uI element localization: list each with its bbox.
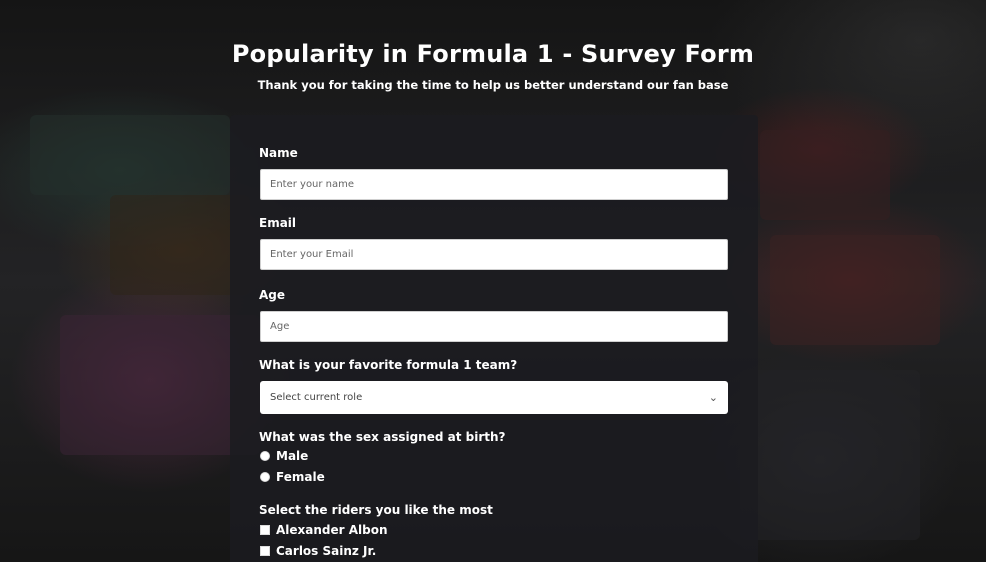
sex-label: What was the sex assigned at birth?: [259, 430, 506, 444]
chevron-down-icon: ⌄: [708, 391, 718, 404]
name-input[interactable]: [260, 169, 728, 200]
email-label: Email: [259, 216, 297, 230]
page-header: Popularity in Formula 1 - Survey Form Th…: [0, 40, 986, 92]
age-label: Age: [259, 288, 286, 302]
email-input[interactable]: [260, 239, 728, 270]
radio-button-male[interactable]: [260, 451, 270, 461]
page-subtitle: Thank you for taking the time to help us…: [257, 78, 729, 92]
bg-car-red-2: [770, 235, 940, 345]
rider-option-albon[interactable]: Alexander Albon: [260, 523, 388, 537]
checkbox-albon[interactable]: [260, 525, 270, 535]
bg-car-dark: [740, 370, 920, 540]
name-label: Name: [259, 146, 298, 160]
team-select[interactable]: Select current role ⌄: [260, 381, 728, 414]
rider-option-albon-label: Alexander Albon: [276, 523, 388, 537]
survey-form: Name Email Age What is your favorite for…: [230, 115, 758, 562]
team-select-value: Select current role: [270, 392, 363, 403]
riders-label: Select the riders you like the most: [259, 503, 493, 517]
rider-option-sainz-label: Carlos Sainz Jr.: [276, 544, 377, 558]
checkbox-sainz[interactable]: [260, 546, 270, 556]
bg-car-orange: [110, 195, 250, 295]
page-title: Popularity in Formula 1 - Survey Form: [231, 40, 755, 68]
sex-option-male[interactable]: Male: [260, 449, 308, 463]
rider-option-sainz[interactable]: Carlos Sainz Jr.: [260, 544, 376, 558]
bg-car-green: [30, 115, 230, 195]
sex-option-female-label: Female: [276, 470, 325, 484]
team-label: What is your favorite formula 1 team?: [259, 358, 518, 372]
radio-button-female[interactable]: [260, 472, 270, 482]
age-input[interactable]: [260, 311, 728, 342]
sex-option-male-label: Male: [276, 449, 309, 463]
bg-car-red-1: [760, 130, 890, 220]
sex-option-female[interactable]: Female: [260, 470, 325, 484]
